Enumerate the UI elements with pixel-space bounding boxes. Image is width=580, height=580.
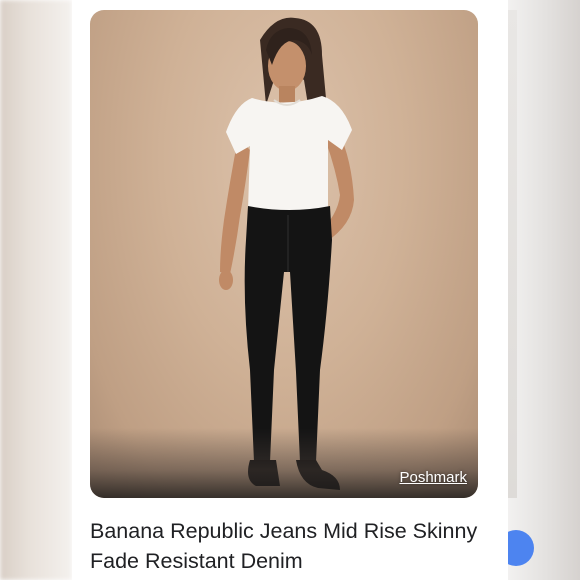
product-photo[interactable]: Poshmark	[90, 10, 478, 498]
right-blurred-edge	[508, 0, 580, 580]
photo-floor-shadow	[90, 428, 478, 498]
image-result-card[interactable]: Poshmark Banana Republic Jeans Mid Rise …	[72, 0, 508, 580]
left-blurred-edge	[0, 0, 72, 580]
model-illustration	[219, 17, 354, 490]
product-title[interactable]: Banana Republic Jeans Mid Rise Skinny Fa…	[90, 516, 490, 576]
source-link[interactable]: Poshmark	[399, 469, 467, 486]
